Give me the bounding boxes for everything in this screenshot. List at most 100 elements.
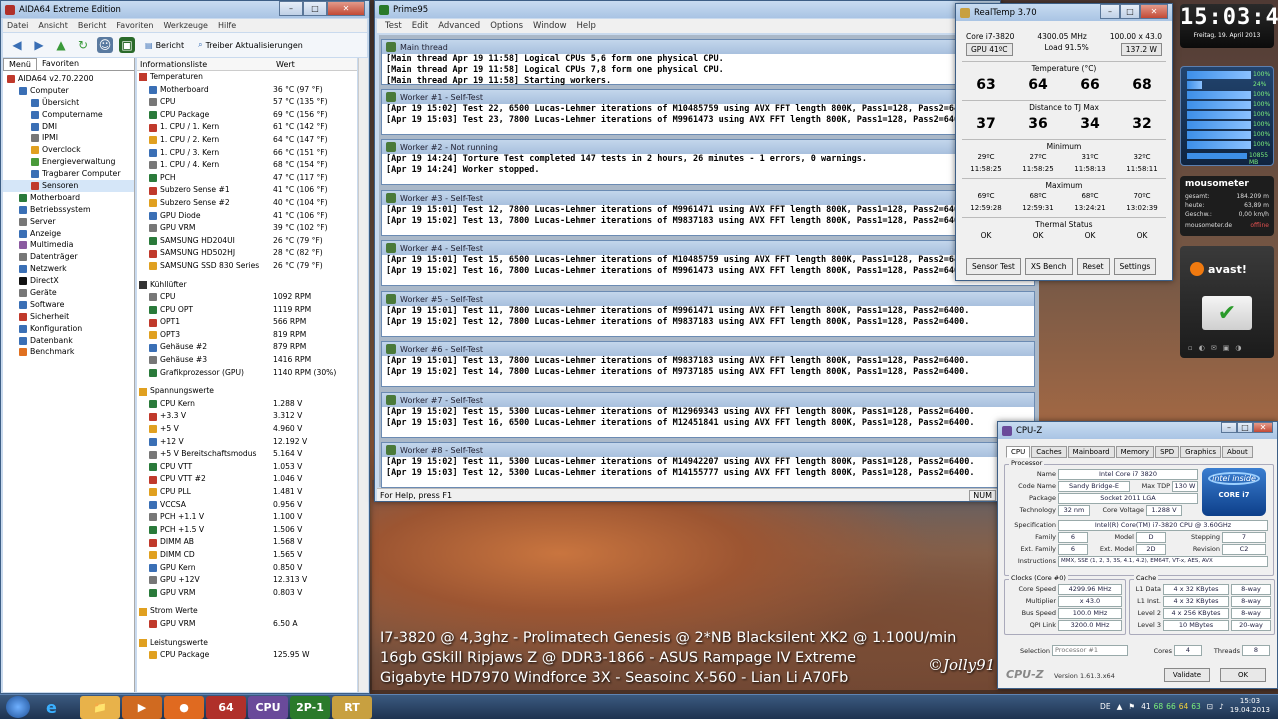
- tab-memory[interactable]: Memory: [1115, 446, 1155, 458]
- realtemp-titlebar[interactable]: RealTemp 3.70 – □ ✕: [956, 4, 1172, 21]
- worker-window[interactable]: Worker #6 - Self-Test [Apr 19 15:01] Test…: [381, 341, 1035, 387]
- close-button[interactable]: ✕: [327, 1, 365, 16]
- tree-item[interactable]: Software: [3, 299, 134, 311]
- sensor-row[interactable]: CPU OPT 1119 RPM: [137, 304, 357, 317]
- worker-window[interactable]: Worker #8 - Self-Test [Apr 19 15:02] Test…: [381, 442, 1035, 488]
- sensor-row[interactable]: DIMM CD 1.565 V: [137, 549, 357, 562]
- user-icon[interactable]: ☺: [97, 37, 113, 53]
- tab-about[interactable]: About: [1222, 446, 1253, 458]
- tree-item[interactable]: Sicherheit: [3, 311, 134, 323]
- mousometer-link[interactable]: mousometer.de: [1185, 222, 1232, 229]
- tree-item[interactable]: IPMI: [3, 132, 134, 144]
- sensor-row[interactable]: SAMSUNG HD204UI 26 °C (79 °F): [137, 235, 357, 248]
- tree-item[interactable]: Benchmark: [3, 346, 134, 358]
- flag-icon[interactable]: ⚑: [1128, 702, 1135, 711]
- worker-window[interactable]: Worker #4 - Self-Test [Apr 19 15:01] Test…: [381, 240, 1035, 286]
- show-hidden-icons[interactable]: ▲: [1117, 702, 1123, 711]
- sensor-row[interactable]: 1. CPU / 1. Kern 61 °C (142 °F): [137, 121, 357, 134]
- menu-item[interactable]: Hilfe: [218, 21, 236, 30]
- tree-item[interactable]: Computername: [3, 109, 134, 121]
- sensor-row[interactable]: CPU Package 125.95 W: [137, 649, 357, 662]
- tab-mainboard[interactable]: Mainboard: [1067, 446, 1115, 458]
- worker-titlebar[interactable]: Worker #3 - Self-Test: [382, 191, 1034, 205]
- maximize-button[interactable]: □: [303, 1, 327, 16]
- tree-item[interactable]: Datenträger: [3, 251, 134, 263]
- tree-item[interactable]: Betriebssystem: [3, 204, 134, 216]
- minimize-button[interactable]: –: [279, 1, 303, 16]
- avast-toolbar-icons[interactable]: ▫◐✉▣◑: [1188, 344, 1247, 352]
- menu-item[interactable]: Window: [533, 21, 567, 31]
- column-header-item[interactable]: Informationsliste: [137, 58, 273, 70]
- realtemp-window[interactable]: RealTemp 3.70 – □ ✕ Core i7-3820 4300.05…: [955, 3, 1173, 281]
- tray-temperature[interactable]: 64: [1179, 702, 1189, 711]
- tree-item[interactable]: Datenbank: [3, 335, 134, 347]
- validate-button[interactable]: Validate: [1164, 668, 1210, 682]
- menu-item[interactable]: Datei: [7, 21, 28, 30]
- aida64-scrollbar[interactable]: [358, 58, 368, 692]
- back-arrow-icon[interactable]: ◀: [9, 37, 25, 53]
- minimize-button[interactable]: –: [1221, 422, 1237, 433]
- sensor-row[interactable]: CPU Package 69 °C (156 °F): [137, 109, 357, 122]
- sensor-row[interactable]: PCH 47 °C (117 °F): [137, 172, 357, 185]
- tree-item[interactable]: Computer: [3, 85, 134, 97]
- sensor-row[interactable]: 1. CPU / 4. Kern 68 °C (154 °F): [137, 159, 357, 172]
- worker-titlebar[interactable]: Main thread: [382, 40, 1034, 54]
- volume-icon[interactable]: ♪: [1219, 702, 1224, 711]
- minimize-button[interactable]: –: [1100, 4, 1120, 19]
- sensor-row[interactable]: CPU 57 °C (135 °F): [137, 96, 357, 109]
- close-button[interactable]: ✕: [1253, 422, 1273, 433]
- sensor-row[interactable]: +3.3 V 3.312 V: [137, 410, 357, 423]
- mousometer-gadget[interactable]: mousometer gesamt: 184.209 m heute: 63,89 m…: [1180, 176, 1274, 236]
- tree-item[interactable]: Server: [3, 216, 134, 228]
- sensor-row[interactable]: PCH +1.5 V 1.506 V: [137, 524, 357, 537]
- sensor-row[interactable]: OPT1 566 RPM: [137, 316, 357, 329]
- menu-item[interactable]: Help: [577, 21, 596, 31]
- sensor-row[interactable]: Subzero Sense #2 40 °C (104 °F): [137, 197, 357, 210]
- tree-item[interactable]: DirectX: [3, 275, 134, 287]
- taskbar-app-aida64[interactable]: 64: [206, 696, 246, 719]
- worker-window[interactable]: Worker #5 - Self-Test [Apr 19 15:01] Test…: [381, 291, 1035, 337]
- power-button[interactable]: 137.2 W: [1120, 43, 1162, 56]
- worker-titlebar[interactable]: Worker #1 - Self-Test: [382, 90, 1034, 104]
- worker-window[interactable]: Worker #3 - Self-Test [Apr 19 15:01] Test…: [381, 190, 1035, 236]
- tree-item[interactable]: Overclock: [3, 144, 134, 156]
- xs-bench-button[interactable]: XS Bench: [1024, 258, 1073, 275]
- clock-gadget[interactable]: 15:03:48 Freitag, 19. April 2013: [1180, 4, 1278, 48]
- maximize-button[interactable]: □: [1237, 422, 1253, 433]
- reset-button[interactable]: Reset: [1076, 258, 1110, 275]
- aida64-titlebar[interactable]: AIDA64 Extreme Edition – □ ✕: [1, 1, 369, 18]
- sensor-row[interactable]: GPU VRM 0.803 V: [137, 587, 357, 600]
- network-icon[interactable]: ⊡: [1207, 702, 1213, 711]
- taskbar-app-explorer[interactable]: 📁: [80, 696, 120, 719]
- tab-favorites[interactable]: Favoriten: [37, 58, 84, 70]
- tab-cpu[interactable]: CPU: [1006, 446, 1031, 458]
- sensor-row[interactable]: GPU VRM 39 °C (102 °F): [137, 222, 357, 235]
- sensor-row[interactable]: CPU Kern 1.288 V: [137, 398, 357, 411]
- sensor-row[interactable]: CPU VTT #2 1.046 V: [137, 473, 357, 486]
- sensor-row[interactable]: VCCSA 0.956 V: [137, 499, 357, 512]
- sensor-row[interactable]: DIMM AB 1.568 V: [137, 536, 357, 549]
- taskbar-app-realtemp[interactable]: RT: [332, 696, 372, 719]
- tree-item[interactable]: Konfiguration: [3, 323, 134, 335]
- cpu-meter-gadget[interactable]: 100% 24% 100% 100% 100% 100% 100% 100% 10855 MB: [1180, 66, 1274, 166]
- worker-window[interactable]: Worker #1 - Self-Test [Apr 19 15:02] Test…: [381, 89, 1035, 135]
- refresh-icon[interactable]: ↻: [75, 37, 91, 53]
- sensor-row[interactable]: GPU Diode 41 °C (106 °F): [137, 210, 357, 223]
- tab-spd[interactable]: SPD: [1155, 446, 1180, 458]
- sensor-row[interactable]: 1. CPU / 2. Kern 64 °C (147 °F): [137, 134, 357, 147]
- worker-titlebar[interactable]: Worker #4 - Self-Test: [382, 241, 1034, 255]
- start-button[interactable]: [6, 696, 30, 718]
- sensor-row[interactable]: GPU +12V 12.313 V: [137, 574, 357, 587]
- tree-item[interactable]: Energieverwaltung: [3, 156, 134, 168]
- sensor-row[interactable]: Grafikprozessor (GPU) 1140 RPM (30%): [137, 367, 357, 380]
- prime95-window[interactable]: Prime95 Test Edit Advanced Options Window Hel…: [374, 0, 1039, 502]
- tree-item[interactable]: Anzeige: [3, 228, 134, 240]
- sensor-test-button[interactable]: Sensor Test: [966, 258, 1021, 275]
- internet-explorer-icon[interactable]: e: [46, 698, 57, 717]
- menu-item[interactable]: Bericht: [78, 21, 107, 30]
- sensor-row[interactable]: +5 V 4.960 V: [137, 423, 357, 436]
- tab-graphics[interactable]: Graphics: [1180, 446, 1222, 458]
- sensor-row[interactable]: GPU VRM 6.50 A: [137, 618, 357, 631]
- sensor-row[interactable]: Motherboard 36 °C (97 °F): [137, 84, 357, 97]
- taskbar-app-media[interactable]: ▶: [122, 696, 162, 719]
